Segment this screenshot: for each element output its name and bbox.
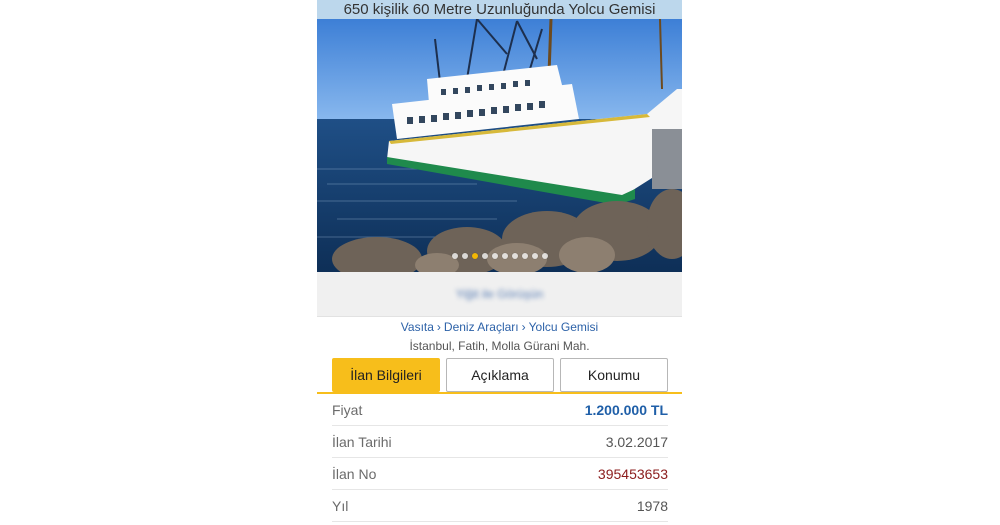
breadcrumb-item-vasita[interactable]: Vasıta xyxy=(401,320,434,334)
pagination-dot[interactable] xyxy=(511,253,518,259)
pagination-dot[interactable] xyxy=(521,253,528,259)
photo-pagination[interactable] xyxy=(317,253,682,259)
listing-details: Fiyat 1.200.000 TL İlan Tarihi 3.02.2017… xyxy=(332,394,668,522)
breadcrumb-item-yolcu-gemisi[interactable]: Yolcu Gemisi xyxy=(529,320,599,334)
date-value: 3.02.2017 xyxy=(605,433,668,450)
detail-label: İlan No xyxy=(332,465,377,482)
breadcrumb-separator: › xyxy=(521,320,526,334)
price-value: 1.200.000 TL xyxy=(584,401,668,418)
year-value: 1978 xyxy=(636,497,668,514)
pagination-dot[interactable] xyxy=(481,253,488,259)
listing-location: İstanbul, Fatih, Molla Gürani Mah. xyxy=(409,339,590,353)
pagination-dot[interactable] xyxy=(491,253,498,259)
breadcrumb: Vasıta › Deniz Araçları › Yolcu Gemisi xyxy=(317,320,682,334)
listing-screen: 650 kişilik 60 Metre Uzunluğunda Yolcu G… xyxy=(317,0,682,525)
detail-row-date: İlan Tarihi 3.02.2017 xyxy=(332,426,668,458)
detail-tabs: İlan Bilgileri Açıklama Konumu xyxy=(332,358,668,392)
detail-label: Fiyat xyxy=(332,401,363,418)
breadcrumb-separator: › xyxy=(436,320,441,334)
detail-row-price: Fiyat 1.200.000 TL xyxy=(332,394,668,426)
photo-gallery[interactable] xyxy=(317,19,682,272)
pagination-dot[interactable] xyxy=(461,253,468,259)
pagination-dot[interactable] xyxy=(471,253,478,259)
listing-title: 650 kişilik 60 Metre Uzunluğunda Yolcu G… xyxy=(317,0,682,19)
tab-aciklama[interactable]: Açıklama xyxy=(446,358,554,392)
contact-link[interactable]: Yiğit ile Görüşün xyxy=(317,287,682,301)
ship-photo xyxy=(317,19,682,272)
detail-label: İlan Tarihi xyxy=(332,433,392,450)
pagination-dot[interactable] xyxy=(451,253,458,259)
detail-row-listing-no: İlan No 395453653 xyxy=(332,458,668,490)
tab-konumu[interactable]: Konumu xyxy=(560,358,668,392)
pagination-dot[interactable] xyxy=(531,253,538,259)
pagination-dot[interactable] xyxy=(501,253,508,259)
detail-row-year: Yıl 1978 xyxy=(332,490,668,522)
listing-no-value: 395453653 xyxy=(597,465,668,482)
pagination-dot[interactable] xyxy=(541,253,548,259)
breadcrumb-item-deniz-araclari[interactable]: Deniz Araçları xyxy=(444,320,519,334)
contact-band: Yiğit ile Görüşün xyxy=(317,272,682,317)
detail-label: Yıl xyxy=(332,497,349,514)
tab-ilan-bilgileri[interactable]: İlan Bilgileri xyxy=(332,358,440,392)
